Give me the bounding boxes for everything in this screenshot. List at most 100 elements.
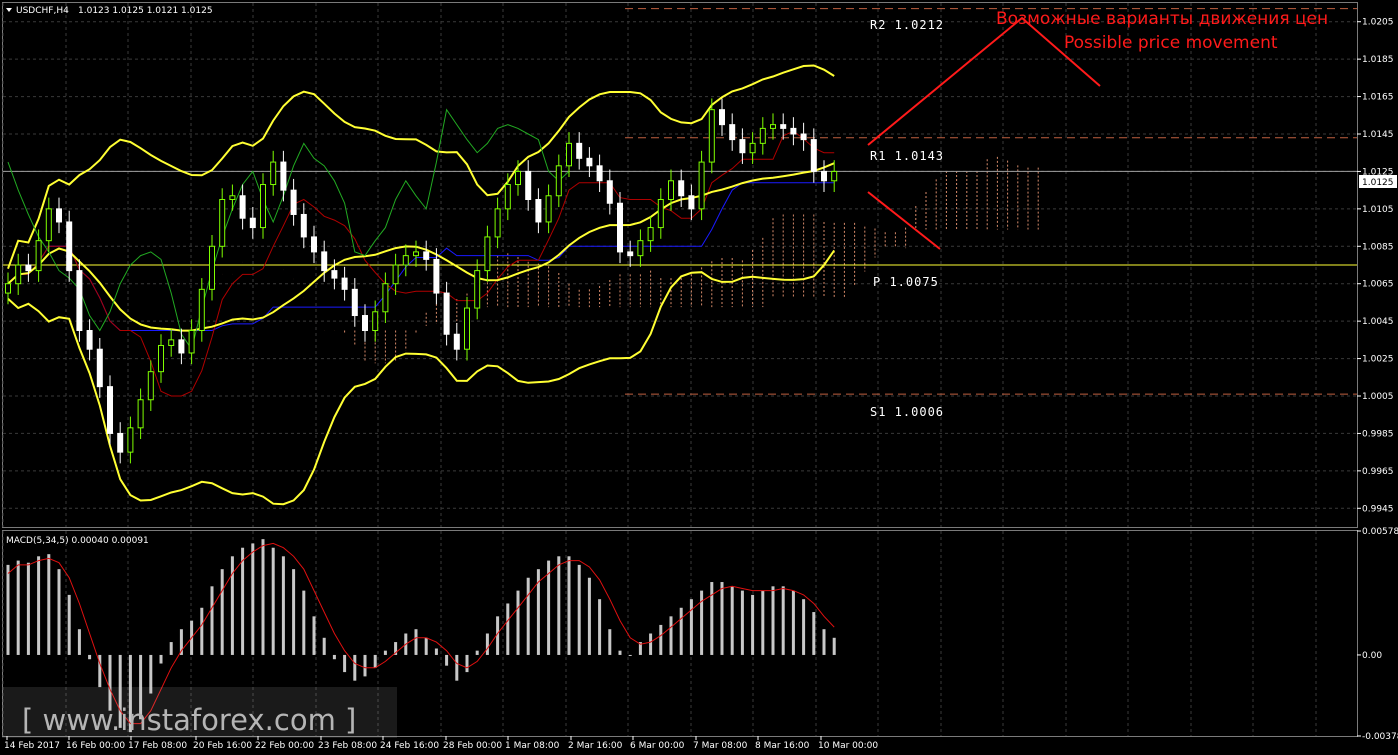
candle-body [637,240,644,257]
macd-bar [47,554,51,655]
candle-body [770,124,776,129]
macd-bar [230,556,234,655]
macd-bar [6,564,10,655]
macd-bar [67,594,71,655]
candle-body [127,427,134,453]
candle-body [158,344,164,373]
ohlc-quote: 1.0123 1.0125 1.0121 1.0125 [78,6,213,16]
candle-body [402,255,409,266]
candle-body [260,184,266,229]
macd-bar [761,590,765,655]
candle-body [464,307,470,350]
price-tick-label: 0.9985 [1362,429,1394,439]
candle-body [821,170,827,182]
candle-body [719,109,725,126]
macd-bar [332,654,336,660]
macd-bar [689,599,693,655]
macd-bar [557,556,561,655]
macd-bar [373,654,377,668]
candle-body [688,195,695,210]
candle-body [647,227,654,242]
macd-bar [598,599,602,655]
candle-body [413,251,419,257]
time-tick-label: 23 Feb 08:00 [318,741,377,751]
annotation-russian: Возможные варианты движения цен [996,9,1328,29]
candle-body [107,386,113,434]
candle-body [586,157,593,167]
candle-body [66,221,73,272]
candle-body [749,142,756,154]
price-tick-label: 1.0165 [1362,93,1394,103]
candle-body [708,109,715,163]
price-chart[interactable]: 1.0205 1.0185 1.0165 1.0145 1.0125 1.0105 1.00… [0,0,1398,755]
menu-triangle-icon[interactable] [6,8,12,12]
candle-body [362,315,368,331]
macd-bar [414,629,418,655]
macd-bar [210,586,214,655]
macd-bar [312,616,316,655]
candle-body [780,124,787,129]
macd-bar [353,654,357,681]
bollinger-middle [7,162,835,332]
macd-bar [302,590,306,655]
macd-bar [751,594,755,655]
candle-body [566,142,572,167]
candle-body [45,208,52,242]
candle-body [331,270,338,279]
macd-bar [383,650,387,655]
candles [5,98,838,464]
bollinger-upper [7,64,835,270]
annotation-english: Possible price movement [1064,33,1278,53]
macd-bar [343,654,347,673]
candle-body [35,240,42,272]
time-tick-label: 17 Feb 08:00 [128,741,187,751]
candle-body [168,339,175,346]
macd-bar [669,616,673,655]
level-label-s1: S1 1.0006 [870,405,944,419]
macd-bar [802,599,806,655]
macd-bar [710,582,714,655]
candle-body [56,208,62,223]
price-tick-label: 1.0185 [1362,55,1394,65]
candle-body [484,236,491,272]
candle-body [423,251,430,260]
candle-body [198,288,205,332]
candle-body [351,288,358,317]
macd-bar [822,629,826,655]
candle-body [117,432,124,453]
candle-body [515,170,521,186]
candle-body [810,139,817,172]
candle-body [596,165,603,182]
candle-body [535,199,542,223]
macd-bar [587,577,591,655]
candle-body [627,251,634,257]
macd-bar [281,556,285,655]
macd-bar [567,556,571,655]
candle-body [321,251,328,272]
macd-bar [659,624,663,655]
macd-title: MACD(5,34,5) 0.00040 0.00091 [6,536,149,546]
candle-body [555,165,562,197]
candle-body [382,283,389,313]
macd-bar [322,637,326,655]
macd-bar [506,603,510,655]
macd-bar [261,539,265,655]
candle-body [474,270,481,309]
macd-bar [526,577,530,655]
candle-body [86,330,93,350]
candle-body [759,127,766,144]
macd-bar [57,569,61,655]
price-axis: 1.0205 1.0185 1.0165 1.0145 1.0125 1.0105 1.00… [1357,18,1398,742]
candle-body [239,195,246,219]
candle-body [698,161,705,210]
macd-tick-label: 0.00 [1362,651,1382,661]
macd-bar [88,654,92,660]
macd-bar [812,612,816,655]
price-tick-label: 0.9945 [1362,504,1394,514]
candle-body [617,202,623,253]
time-tick-label: 10 Mar 00:00 [818,741,878,751]
macd-bar [730,586,734,655]
candle-body [790,127,797,135]
macd-bar [608,629,612,655]
macd-bar [251,543,255,655]
